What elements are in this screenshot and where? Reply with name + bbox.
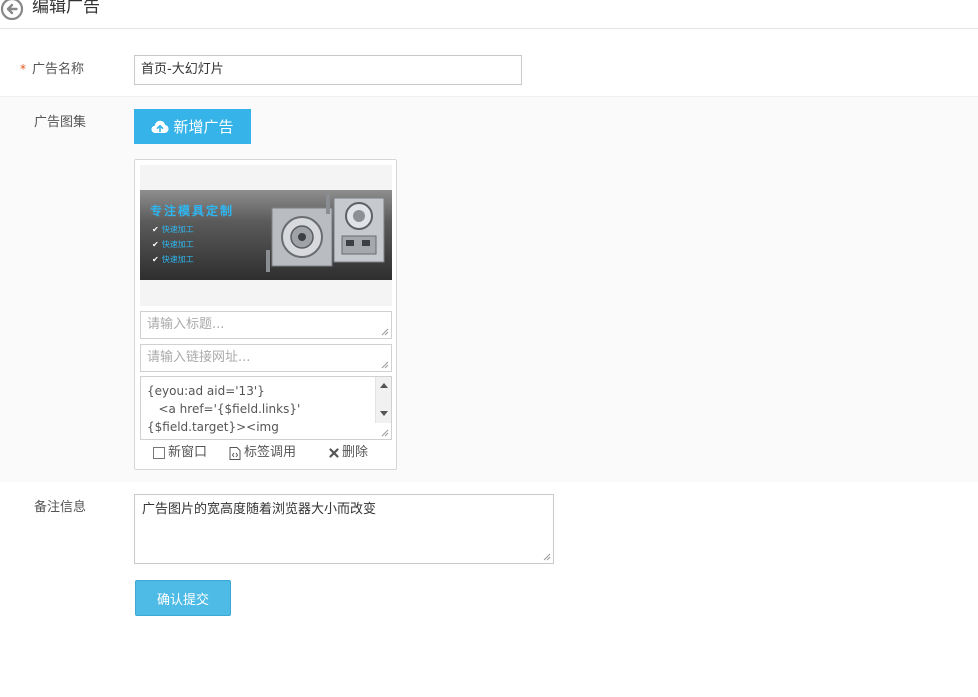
add-ad-button[interactable]: 新增广告 (134, 109, 251, 144)
notes-textarea[interactable]: 广告图片的宽高度随着浏览器大小而改变 (134, 494, 554, 564)
ad-image[interactable]: 专注模具定制 ✔ 快速加工 ✔ 快速加工 ✔ 快速加工 (140, 165, 392, 306)
ad-name-label-row: * 广告名称 (20, 60, 84, 79)
ad-title-input[interactable]: 请输入标题... (140, 311, 392, 339)
ad-tag-code: {eyou:ad aid='13'} <a href='{$field.link… (147, 384, 301, 434)
tag-call-label: 标签调用 (244, 445, 297, 460)
delete-ad-link[interactable]: 删除 (329, 444, 368, 462)
resize-grip-icon[interactable] (381, 429, 389, 437)
ad-link-placeholder: 请输入链接网址... (147, 350, 251, 365)
gallery-label: 广告图集 (34, 115, 87, 130)
resize-grip-icon[interactable] (543, 553, 551, 561)
cloud-upload-icon (151, 120, 169, 133)
ad-banner-image: 专注模具定制 ✔ 快速加工 ✔ 快速加工 ✔ 快速加工 (140, 190, 392, 280)
ad-link-input[interactable]: 请输入链接网址... (140, 344, 392, 372)
delete-label: 删除 (342, 445, 369, 460)
notes-text: 广告图片的宽高度随着浏览器大小而改变 (142, 502, 377, 517)
mold-product-image (266, 194, 385, 272)
banner-line: ✔ 快速加工 (152, 225, 194, 234)
resize-grip-icon[interactable] (381, 328, 389, 336)
add-ad-button-label: 新增广告 (173, 118, 234, 136)
required-mark: * (20, 62, 26, 76)
code-scrollbar[interactable] (375, 377, 391, 423)
new-window-label: 新窗口 (168, 445, 208, 460)
checkbox-icon[interactable] (153, 447, 165, 459)
page-title: 编辑广告 (32, 0, 100, 17)
scroll-down-arrow-icon[interactable] (380, 411, 388, 416)
resize-grip-icon[interactable] (381, 361, 389, 369)
banner-line: ✔ 快速加工 (152, 240, 194, 249)
back-arrow-icon[interactable] (0, 0, 24, 21)
new-window-checkbox[interactable]: 新窗口 (153, 444, 207, 462)
ad-name-input[interactable]: 首页-大幻灯片 (134, 55, 522, 85)
scroll-up-arrow-icon[interactable] (380, 383, 388, 388)
banner-line: ✔ 快速加工 (152, 255, 194, 264)
code-file-icon (229, 446, 241, 460)
notes-label: 备注信息 (34, 500, 87, 515)
tag-call-link[interactable]: 标签调用 (229, 444, 296, 462)
ad-tag-code-textarea[interactable]: {eyou:ad aid='13'} <a href='{$field.link… (140, 376, 392, 440)
submit-button[interactable]: 确认提交 (135, 580, 231, 616)
ad-name-label: 广告名称 (32, 62, 85, 77)
ad-title-placeholder: 请输入标题... (147, 317, 225, 332)
close-icon (329, 448, 339, 458)
page-header: 编辑广告 (0, 0, 978, 29)
banner-title: 专注模具定制 (150, 204, 235, 218)
ad-item-card: 专注模具定制 ✔ 快速加工 ✔ 快速加工 ✔ 快速加工 请输入标题... 请输入链接网… (134, 159, 397, 470)
